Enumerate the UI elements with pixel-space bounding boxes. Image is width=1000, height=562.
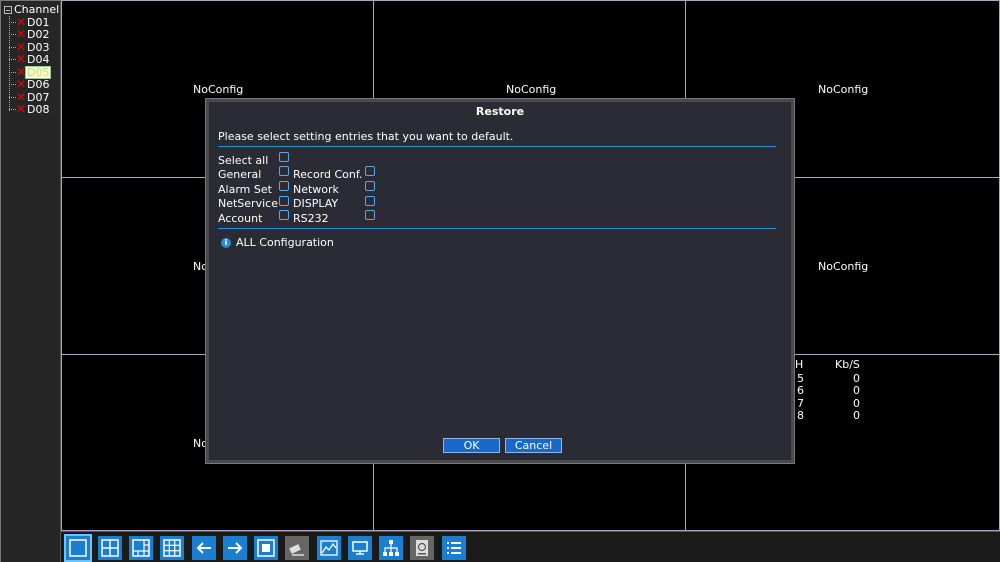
nine-view-button[interactable] (160, 536, 184, 560)
channel-label: D03 (27, 40, 50, 54)
tree-branch (9, 58, 16, 60)
tree-branch (9, 108, 16, 110)
six-view-button[interactable] (129, 536, 153, 560)
stats-ch: 8 (797, 409, 804, 422)
fullscreen-icon (257, 539, 275, 557)
option-general-label: General (218, 168, 262, 181)
ok-button[interactable]: OK (443, 438, 500, 453)
dialog-separator (218, 228, 776, 229)
option-alarm-set-label: Alarm Set (218, 183, 272, 196)
network-icon (383, 540, 399, 556)
all-configuration-label: ALL Configuration (236, 236, 334, 249)
option-alarm-set-checkbox[interactable] (279, 181, 289, 191)
monitor-icon (352, 541, 368, 555)
select-all-checkbox[interactable] (279, 152, 289, 162)
ptz-button[interactable] (285, 536, 309, 560)
channel-label: D04 (27, 52, 50, 66)
channel-label: D01 (27, 15, 50, 29)
ptz-icon (289, 544, 304, 556)
option-netservice-label: NetService (218, 197, 278, 210)
channel-item-d02[interactable]: ✕ D02 (9, 28, 50, 40)
stats-header-rate: Kb/S (835, 358, 860, 371)
monitor-button[interactable] (348, 536, 372, 560)
option-rs232-checkbox[interactable] (365, 210, 375, 220)
single-view-icon (69, 539, 87, 557)
quad-view-button[interactable] (98, 536, 122, 560)
six-view-icon (132, 539, 150, 557)
option-record-conf-label: Record Conf. (293, 168, 363, 181)
info-icon: i (221, 237, 231, 248)
quad-view-icon (101, 539, 119, 557)
collapse-icon[interactable] (4, 5, 12, 14)
network-button[interactable] (379, 536, 403, 560)
option-general-checkbox[interactable] (279, 166, 289, 176)
cell-status-label: NoConfig (818, 83, 869, 96)
cancel-button[interactable]: Cancel (505, 438, 562, 453)
tree-branch (9, 46, 16, 48)
option-network-label: Network (293, 183, 339, 196)
stats-rate: 0 (853, 409, 860, 422)
channel-label: D07 (27, 90, 50, 104)
channel-item-d04[interactable]: ✕ D04 (9, 53, 50, 65)
tree-branch (9, 21, 16, 23)
hdd-button[interactable] (410, 536, 434, 560)
nine-view-icon (163, 539, 181, 557)
channel-item-d06[interactable]: ✕ D06 (9, 78, 50, 90)
disconnected-x-icon: ✕ (16, 90, 27, 104)
option-display-checkbox[interactable] (365, 196, 375, 206)
cell-status-label: NoConfig (818, 260, 869, 273)
main-menu-button[interactable] (442, 536, 466, 560)
dialog-title: Restore (475, 105, 525, 118)
dialog-message: Please select setting entries that you w… (218, 130, 514, 143)
disconnected-x-icon: ✕ (16, 52, 27, 66)
channel-label: D02 (27, 27, 50, 41)
hdd-icon (416, 540, 428, 556)
disconnected-x-icon: ✕ (16, 15, 27, 29)
cell-status-label: NoConfig (193, 83, 244, 96)
disconnected-x-icon: ✕ (16, 65, 27, 79)
previous-arrow-icon (196, 542, 211, 554)
tree-branch (9, 83, 16, 85)
disconnected-x-icon: ✕ (16, 27, 27, 41)
color-adjust-button[interactable] (317, 536, 341, 560)
previous-page-button[interactable] (192, 536, 216, 560)
option-account-checkbox[interactable] (279, 210, 289, 220)
channel-label: D06 (27, 77, 50, 91)
stats-rate: 0 (853, 384, 860, 397)
channel-tree-panel: Channel ✕ D01 ✕ D02 ✕ D03 ✕ D04 ✕ D05 ✕ … (0, 0, 61, 562)
stats-ch: 6 (797, 384, 804, 397)
option-record-conf-checkbox[interactable] (365, 166, 375, 176)
channel-label-selected: D05 (24, 65, 52, 79)
main-menu-icon (447, 542, 461, 554)
tree-branch (9, 71, 16, 73)
option-network-checkbox[interactable] (365, 181, 375, 191)
select-all-label: Select all (218, 154, 269, 167)
fullscreen-button[interactable] (254, 536, 278, 560)
tree-branch (9, 96, 16, 98)
option-display-label: DISPLAY (293, 197, 339, 210)
dialog-separator (218, 146, 776, 147)
disconnected-x-icon: ✕ (16, 102, 27, 116)
channel-tree-root[interactable]: Channel (4, 3, 59, 16)
color-adjust-icon (320, 540, 338, 556)
tree-branch (9, 33, 16, 35)
single-view-button[interactable] (64, 534, 92, 562)
all-configuration-row: i ALL Configuration (221, 236, 334, 249)
disconnected-x-icon: ✕ (16, 40, 27, 54)
next-arrow-icon (228, 542, 243, 554)
bottom-toolbar (61, 531, 1000, 562)
disconnected-x-icon: ✕ (16, 77, 27, 91)
cell-status-label: NoConfig (506, 83, 557, 96)
option-rs232-label: RS232 (293, 212, 329, 225)
option-netservice-checkbox[interactable] (279, 196, 289, 206)
channel-label: D08 (27, 102, 50, 116)
channel-item-d08[interactable]: ✕ D08 (9, 103, 50, 115)
stats-header-ch: H (795, 358, 804, 371)
next-page-button[interactable] (223, 536, 247, 560)
option-account-label: Account (218, 212, 263, 225)
restore-dialog: Restore Please select setting entries th… (205, 98, 795, 464)
